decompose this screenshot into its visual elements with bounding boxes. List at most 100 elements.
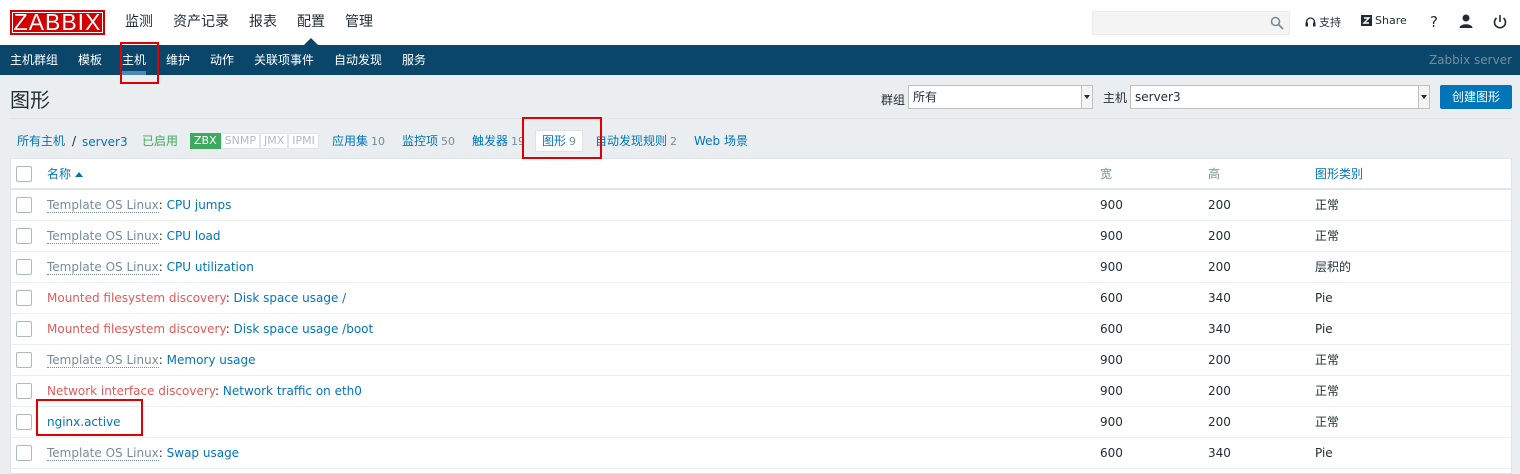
- graph-height-cell: 200: [1208, 229, 1231, 243]
- breadcrumb-host[interactable]: server3: [82, 131, 128, 153]
- row-checkbox[interactable]: [16, 290, 32, 306]
- share-z-icon: [1361, 15, 1372, 26]
- main-menu-configuration[interactable]: 配置: [287, 0, 335, 45]
- template-link[interactable]: Template OS Linux: [47, 198, 159, 213]
- main-menu-monitoring[interactable]: 监测: [115, 0, 163, 45]
- graph-width-cell: 900: [1100, 384, 1123, 398]
- search-input[interactable]: [1092, 11, 1290, 35]
- badge-ipmi: IPMI: [288, 133, 319, 149]
- prefix-separator: :: [158, 229, 167, 243]
- discovery-rule-link[interactable]: Mounted filesystem discovery: [47, 291, 226, 305]
- create-graph-button[interactable]: 创建图形: [1440, 85, 1512, 109]
- page-title: 图形: [10, 88, 50, 112]
- table-row: Template OS Linux: Swap usage 600 340 Pie: [11, 438, 1511, 469]
- tab-discovery-rules[interactable]: 自动发现规则 2: [595, 130, 677, 152]
- row-checkbox[interactable]: [16, 445, 32, 461]
- graph-name-link[interactable]: Disk space usage /boot: [234, 322, 374, 336]
- graph-type-cell: 层积的: [1315, 260, 1352, 274]
- row-checkbox[interactable]: [16, 228, 32, 244]
- main-menu-inventory[interactable]: 资产记录: [163, 0, 239, 45]
- sort-asc-icon: [75, 172, 84, 177]
- main-menu-administration[interactable]: 管理: [335, 0, 383, 45]
- graph-height-cell: 200: [1208, 260, 1231, 274]
- row-checkbox[interactable]: [16, 259, 32, 275]
- annotation-box-hosts: [120, 42, 159, 84]
- table-row: nginx.active 900 200 正常: [11, 407, 1511, 438]
- select-all-checkbox[interactable]: [16, 166, 32, 182]
- submenu-templates[interactable]: 模板: [78, 45, 102, 75]
- host-select[interactable]: server3: [1130, 85, 1430, 109]
- top-header: ZABBIX 监测 资产记录 报表 配置 管理 支持 Share ?: [0, 0, 1520, 45]
- graph-name-cell: Mounted filesystem discovery: Disk space…: [47, 314, 373, 345]
- badge-zbx: ZBX: [190, 133, 221, 149]
- column-header-name[interactable]: 名称: [47, 159, 84, 190]
- graph-name-link[interactable]: Network traffic on eth0: [223, 384, 362, 398]
- template-link[interactable]: Template OS Linux: [47, 260, 159, 275]
- column-header-height: 高: [1208, 167, 1221, 181]
- share-link[interactable]: Share: [1361, 14, 1407, 27]
- share-label: Share: [1375, 14, 1407, 27]
- column-header-graph-type[interactable]: 图形类别: [1315, 159, 1363, 190]
- host-status-enabled[interactable]: 已启用: [142, 130, 178, 152]
- graph-name-link[interactable]: CPU jumps: [167, 198, 232, 212]
- zabbix-logo[interactable]: ZABBIX: [10, 10, 105, 35]
- submenu-discovery[interactable]: 自动发现: [334, 45, 382, 75]
- search-icon[interactable]: [1270, 16, 1284, 30]
- graph-width-cell: 600: [1100, 291, 1123, 305]
- submenu-host-groups[interactable]: 主机群组: [10, 45, 58, 75]
- group-select[interactable]: 所有: [908, 85, 1093, 109]
- availability-badges: ZBX SNMP JMX IPMI: [190, 133, 319, 149]
- submenu-services[interactable]: 服务: [402, 45, 426, 75]
- tab-triggers[interactable]: 触发器 19: [472, 130, 525, 152]
- graph-name-cell: Template OS Linux: Memory usage: [47, 345, 255, 376]
- graph-name-link[interactable]: Memory usage: [167, 353, 256, 367]
- graph-width-cell: 900: [1100, 229, 1123, 243]
- submenu-event-correlation[interactable]: 关联项事件: [254, 45, 314, 75]
- help-icon[interactable]: ?: [1426, 13, 1442, 31]
- main-menu-reports[interactable]: 报表: [239, 0, 287, 45]
- graph-width-cell: 900: [1100, 353, 1123, 367]
- graph-name-link[interactable]: CPU utilization: [167, 260, 254, 274]
- host-select-value: server3: [1135, 90, 1181, 104]
- submenu-maintenance[interactable]: 维护: [166, 45, 190, 75]
- template-link[interactable]: Template OS Linux: [47, 446, 159, 461]
- graph-name-link[interactable]: Disk space usage /: [234, 291, 347, 305]
- tab-applications[interactable]: 应用集 10: [332, 130, 385, 152]
- graph-width-cell: 900: [1100, 260, 1123, 274]
- table-row: Network interface discovery: Network tra…: [11, 376, 1511, 407]
- table-row: Template OS Linux: Memory usage 900 200 正常: [11, 345, 1511, 376]
- annotation-box-nginx-row: [36, 399, 143, 436]
- chevron-down-icon: [1418, 86, 1429, 108]
- row-checkbox[interactable]: [16, 197, 32, 213]
- power-logout-icon[interactable]: [1492, 13, 1508, 31]
- prefix-separator: :: [225, 322, 234, 336]
- graph-name-link[interactable]: Swap usage: [167, 446, 239, 460]
- badge-snmp: SNMP: [220, 133, 260, 149]
- template-link[interactable]: Template OS Linux: [47, 353, 159, 368]
- row-checkbox[interactable]: [16, 383, 32, 399]
- submenu-actions[interactable]: 动作: [210, 45, 234, 75]
- row-checkbox[interactable]: [16, 321, 32, 337]
- template-link[interactable]: Template OS Linux: [47, 229, 159, 244]
- row-checkbox[interactable]: [16, 414, 32, 430]
- chevron-down-icon: [1081, 86, 1092, 108]
- breadcrumb-separator: /: [72, 134, 77, 148]
- tab-web-scenarios[interactable]: Web 场景: [694, 130, 748, 152]
- support-link[interactable]: 支持: [1305, 14, 1341, 30]
- divider: [10, 118, 1512, 119]
- graph-name-link[interactable]: CPU load: [167, 229, 221, 243]
- graphs-table: 名称 宽 高 图形类别 Template OS Linux: CPU jumps…: [10, 158, 1512, 474]
- graph-type-cell: 正常: [1315, 384, 1340, 398]
- breadcrumb-all-hosts[interactable]: 所有主机: [17, 130, 65, 152]
- sub-menu: 主机群组 模板 主机 维护 动作 关联项事件 自动发现 服务 Zabbix se…: [0, 45, 1520, 75]
- discovery-rule-link[interactable]: Mounted filesystem discovery: [47, 322, 226, 336]
- graph-height-cell: 340: [1208, 291, 1231, 305]
- table-header-row: 名称 宽 高 图形类别: [11, 159, 1511, 190]
- graph-height-cell: 200: [1208, 384, 1231, 398]
- row-checkbox[interactable]: [16, 352, 32, 368]
- graph-width-cell: 900: [1100, 198, 1123, 212]
- user-profile-icon[interactable]: [1458, 13, 1474, 31]
- graph-type-cell: Pie: [1315, 291, 1333, 305]
- tab-items[interactable]: 监控项 50: [402, 130, 455, 152]
- discovery-rule-link[interactable]: Network interface discovery: [47, 384, 215, 398]
